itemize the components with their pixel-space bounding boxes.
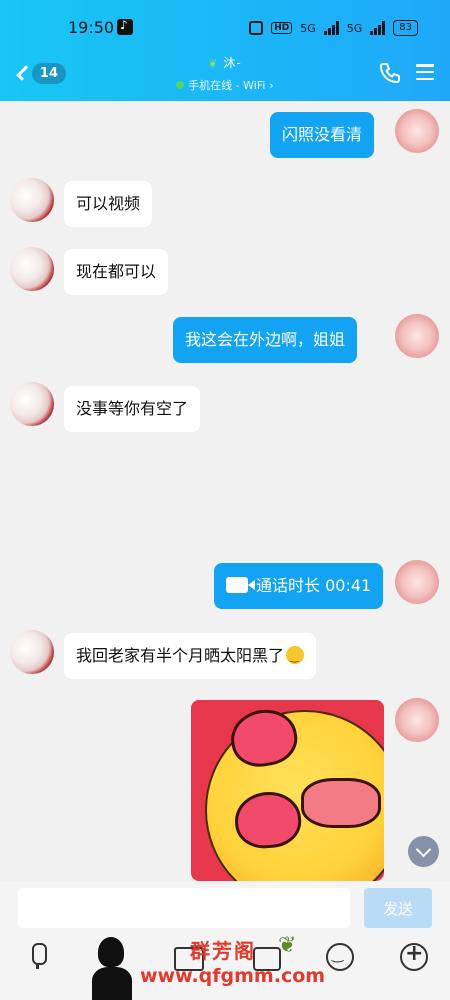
my-avatar[interactable] [395, 698, 439, 742]
crying-emoji-icon [286, 634, 305, 680]
message-bubble[interactable]: 可以视频 [64, 181, 153, 227]
leaf-icon: ❦ [208, 57, 219, 70]
phone-icon[interactable] [378, 61, 402, 85]
emoji-icon[interactable] [324, 941, 356, 973]
nav-bar: 14 ❦ 沐- 手机在线 - WiFi › [0, 50, 450, 100]
message-bubble[interactable]: 没事等你有空了 [64, 386, 201, 432]
message-bubble[interactable]: 闪照没看清 [270, 112, 375, 158]
network-label-1: 5G [300, 21, 316, 35]
online-status: 手机在线 - WiFi › [150, 77, 300, 93]
status-icons: HD 5G 5G 83 [249, 19, 418, 37]
hd-icon: HD [271, 22, 293, 34]
contact-avatar[interactable] [10, 630, 54, 674]
watermark-figure [92, 937, 132, 1000]
message-text: 我回老家有半个月晒太阳黑了 [76, 646, 285, 665]
chat-header: 19:50 HD 5G 5G 83 14 ❦ 沐- 手机在线 - WiFi › [0, 0, 450, 101]
composer-area: 发送 群芳阁 ❦ www.qfgmm.com [0, 881, 450, 1000]
signal-icon [323, 21, 339, 35]
video-call-icon [226, 577, 255, 593]
tiktok-notification-icon [117, 18, 133, 35]
contact-name-text: 沐- [223, 56, 242, 70]
my-avatar[interactable] [395, 314, 439, 358]
status-time: 19:50 [68, 18, 115, 37]
contact-avatar[interactable] [10, 178, 54, 222]
chevron-right-icon: › [269, 78, 274, 92]
menu-icon[interactable] [416, 64, 434, 80]
call-record-bubble[interactable]: 通话时长 00:41 [214, 563, 384, 609]
nfc-icon [249, 21, 264, 35]
heart-eyes-kiss-sticker[interactable] [191, 700, 384, 881]
unread-count-badge: 14 [31, 62, 66, 84]
watermark-plant-icon: ❦ [278, 933, 297, 958]
network-label-2: 5G [346, 21, 363, 35]
chat-area[interactable]: 闪照没看清 可以视频 现在都可以 我这会在外边啊，姐姐 没事等你有空了 通话时长… [0, 101, 450, 881]
scroll-down-button[interactable] [408, 836, 439, 867]
send-button[interactable]: 发送 [364, 888, 432, 928]
battery-icon: 83 [393, 20, 418, 36]
my-avatar[interactable] [395, 560, 439, 604]
sticker-kiss-lips [301, 778, 381, 828]
signal-icon-2 [370, 21, 386, 35]
call-duration-text: 通话时长 00:41 [256, 576, 372, 595]
contact-name: ❦ 沐- [150, 54, 300, 71]
online-status-text: 手机在线 - WiFi [188, 79, 266, 92]
message-bubble[interactable]: 我这会在外边啊，姐姐 [173, 317, 358, 363]
plus-icon[interactable] [398, 941, 430, 973]
online-dot-icon [176, 81, 185, 89]
contact-title[interactable]: ❦ 沐- 手机在线 - WiFi › [150, 54, 300, 93]
message-bubble[interactable]: 现在都可以 [64, 249, 169, 295]
message-input[interactable] [18, 888, 350, 928]
message-bubble[interactable]: 我回老家有半个月晒太阳黑了 [64, 633, 317, 680]
chevron-left-icon [16, 65, 32, 81]
watermark-url: www.qfgmm.com [140, 965, 326, 987]
mic-icon[interactable] [22, 941, 54, 973]
my-avatar[interactable] [395, 109, 439, 153]
watermark-title: 群芳阁 [190, 939, 256, 963]
status-bar: 19:50 HD 5G 5G 83 [0, 0, 450, 56]
contact-avatar[interactable] [10, 382, 54, 426]
contact-avatar[interactable] [10, 247, 54, 291]
back-button[interactable]: 14 [14, 58, 66, 88]
